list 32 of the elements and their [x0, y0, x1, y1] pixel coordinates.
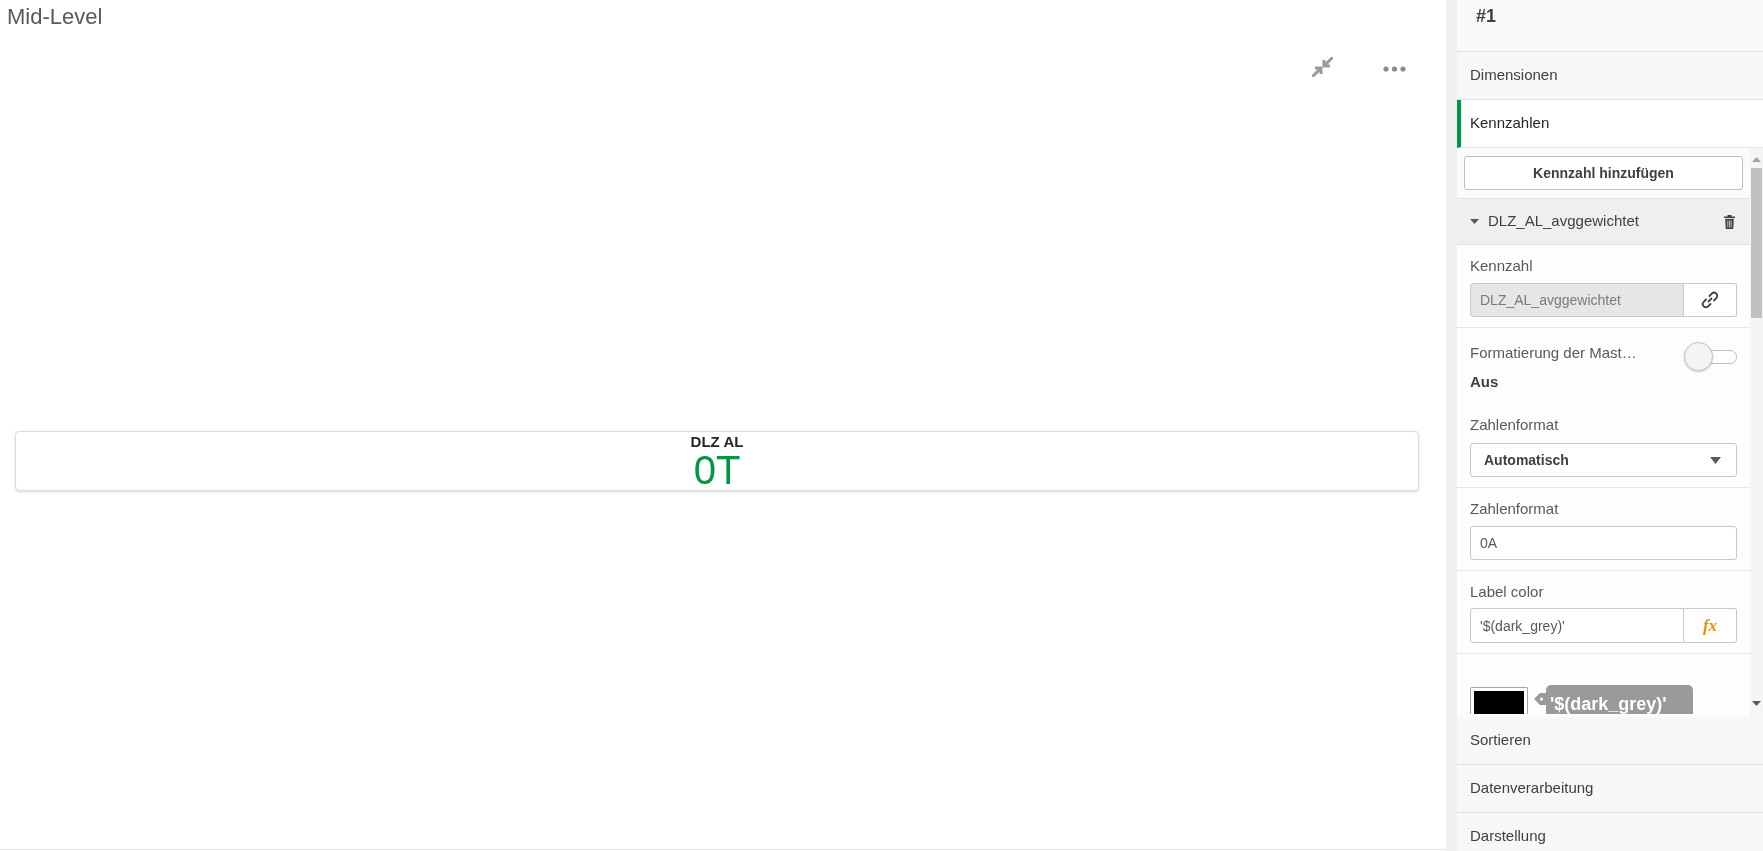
scrollbar-track[interactable]: [1750, 148, 1763, 717]
link-icon: [1701, 291, 1719, 309]
field-label: Zahlenformat: [1470, 499, 1559, 519]
kpi-label: DLZ AL: [690, 432, 744, 451]
color-tooltip: '$(dark_grey)': [1546, 685, 1693, 714]
field-label: Zahlenformat: [1470, 415, 1559, 435]
trash-icon[interactable]: [1724, 214, 1735, 229]
tooltip-pointer-icon: [1534, 693, 1546, 705]
field-label: Kennzahl: [1470, 256, 1533, 276]
expression-input-field[interactable]: '$(dark_grey)': [1470, 608, 1684, 643]
section-tab[interactable]: Kennzahlen: [1457, 100, 1763, 148]
link-button[interactable]: [1684, 283, 1737, 317]
measure-title: DLZ_AL_avggewichtet: [1488, 211, 1639, 232]
sheet-title: Mid-Level: [6, 3, 103, 31]
expand-triangle-icon[interactable]: [1470, 217, 1479, 226]
panel-header: #1: [1476, 6, 1497, 26]
toggle-switch[interactable]: [1684, 342, 1737, 372]
number-format-dropdown[interactable]: Automatisch: [1470, 443, 1737, 477]
add-measure-button[interactable]: Kennzahl hinzufügen: [1464, 156, 1743, 190]
kpi-value: 0T: [693, 451, 741, 489]
field-label: Label color: [1470, 582, 1544, 602]
measure-header[interactable]: DLZ_AL_avggewichtet: [1457, 199, 1750, 245]
toggle-state: Aus: [1470, 372, 1499, 392]
toggle-label: Formatierung der Mast…: [1470, 343, 1637, 363]
dropdown-caret-icon: [1710, 456, 1721, 464]
collapse-icon[interactable]: [1312, 57, 1333, 77]
measure-field: DLZ_AL_avggewichtet: [1470, 283, 1684, 317]
scrollbar-thumb[interactable]: [1751, 168, 1762, 318]
scroll-up-icon[interactable]: [1752, 156, 1761, 162]
scroll-down-icon[interactable]: [1752, 701, 1761, 707]
more-options-icon[interactable]: [1383, 66, 1406, 72]
format-input-field[interactable]: 0A: [1470, 526, 1737, 560]
